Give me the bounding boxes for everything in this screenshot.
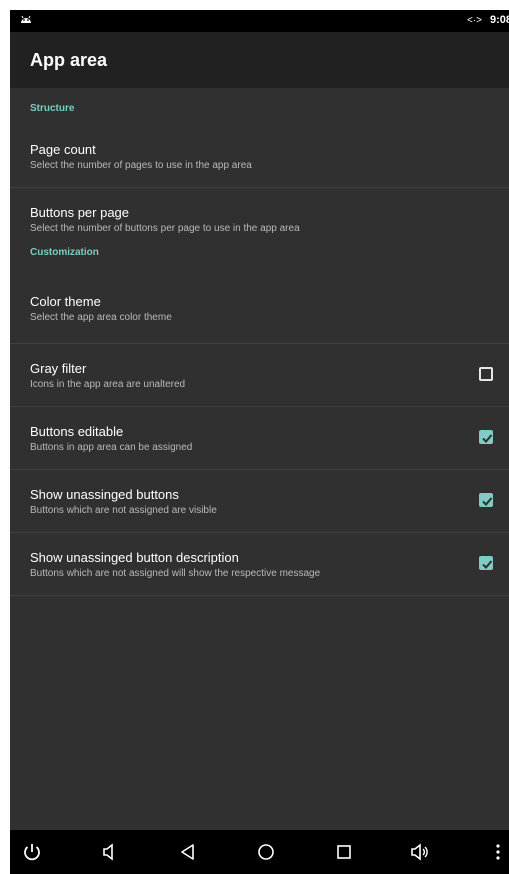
status-right: <·> 9:08 — [467, 14, 509, 26]
back-icon[interactable] — [176, 840, 200, 864]
preferences-list: Structure Page count Select the number o… — [10, 88, 509, 596]
pref-summary: Buttons which are not assigned will show… — [30, 568, 321, 579]
category-structure: Structure — [30, 103, 75, 114]
status-bar: <·> 9:08 — [10, 10, 509, 32]
clock: 9:08 — [489, 14, 509, 26]
pref-buttons-editable[interactable]: Buttons editable Buttons in app area can… — [10, 407, 509, 470]
pref-gray-filter[interactable]: Gray filter Icons in the app area are un… — [10, 344, 509, 407]
volume-up-icon[interactable] — [408, 840, 432, 864]
pref-page-count[interactable]: Page count Select the number of pages to… — [10, 126, 509, 188]
pref-summary: Select the number of pages to use in the… — [30, 160, 252, 171]
pref-show-unassigned-buttons[interactable]: Show unassinged buttons Buttons which ar… — [10, 470, 509, 533]
pref-title: Color theme — [30, 294, 101, 309]
pref-title: Gray filter — [30, 361, 87, 376]
show-unassigned-buttons-checkbox[interactable] — [479, 493, 493, 507]
checkmark-icon — [482, 560, 493, 569]
home-icon[interactable] — [254, 840, 278, 864]
gray-filter-checkbox[interactable] — [479, 367, 493, 381]
pref-title: Show unassinged buttons — [30, 487, 179, 502]
pref-show-unassigned-button-description[interactable]: Show unassinged button description Butto… — [10, 533, 509, 596]
pref-summary: Buttons which are not assigned are visib… — [30, 505, 217, 516]
pref-summary: Select the number of buttons per page to… — [30, 223, 300, 234]
pref-title: Show unassinged button description — [30, 550, 239, 565]
pref-buttons-per-page[interactable]: Buttons per page Select the number of bu… — [10, 188, 509, 245]
pref-title: Page count — [30, 142, 96, 157]
recents-icon[interactable] — [332, 840, 356, 864]
navigation-bar — [10, 830, 509, 874]
pref-summary: Select the app area color theme — [30, 312, 172, 323]
pref-summary: Icons in the app area are unaltered — [30, 379, 186, 390]
volume-down-icon[interactable] — [98, 840, 122, 864]
pref-title: Buttons editable — [30, 424, 124, 439]
buttons-editable-checkbox[interactable] — [479, 430, 493, 444]
android-icon — [21, 15, 31, 23]
checkmark-icon — [482, 434, 493, 443]
more-icon[interactable] — [486, 840, 509, 864]
pref-title: Buttons per page — [30, 205, 130, 220]
show-unassigned-button-description-checkbox[interactable] — [479, 556, 493, 570]
pref-color-theme[interactable]: Color theme Select the app area color th… — [10, 262, 509, 344]
pref-summary: Buttons in app area can be assigned — [30, 442, 193, 453]
power-icon[interactable] — [20, 840, 44, 864]
device-screen: <·> 9:08 App area Structure Page count Se… — [10, 10, 509, 874]
connection-indicator: <·> — [466, 15, 482, 26]
checkmark-icon — [482, 497, 493, 506]
page-title: App area — [30, 50, 108, 70]
app-bar: App area — [10, 32, 509, 88]
